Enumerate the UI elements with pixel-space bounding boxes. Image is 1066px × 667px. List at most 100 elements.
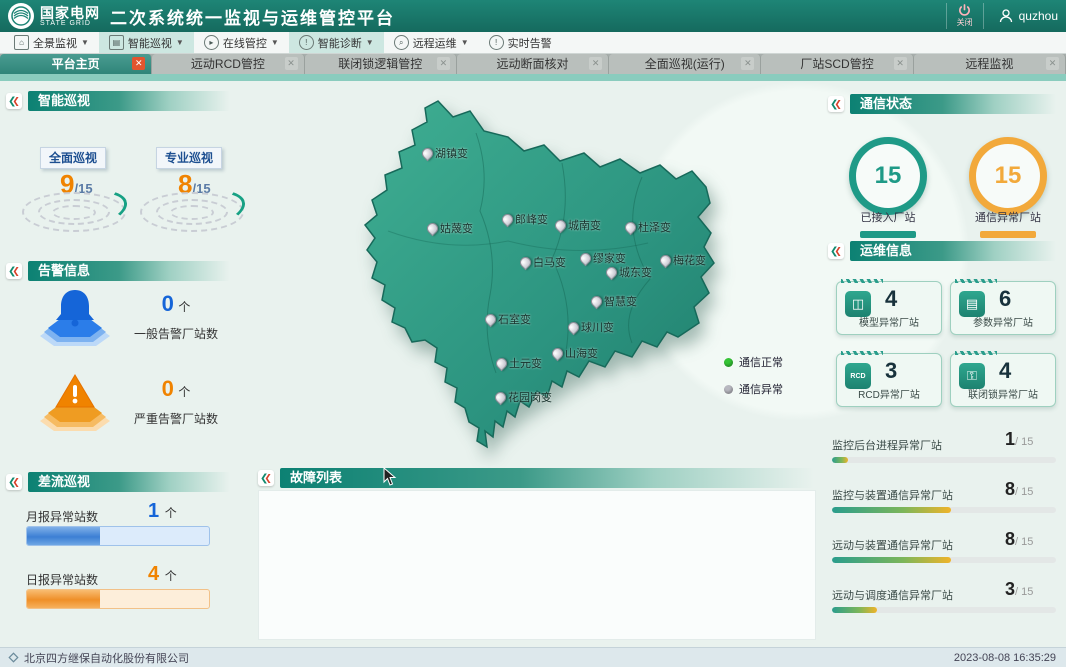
user-menu[interactable]: quzhou <box>998 8 1058 24</box>
menu-online-control[interactable]: ▸在线管控▼ <box>194 32 289 53</box>
map-pin-icon[interactable] <box>578 250 594 266</box>
menu-panorama-monitor[interactable]: ⌂全景监视▼ <box>4 32 99 53</box>
tab-platform-home[interactable]: 平台主页✕ <box>0 54 152 74</box>
map-pin-icon[interactable] <box>483 311 499 327</box>
chevron-down-icon: ▼ <box>176 38 184 47</box>
alert-icon: ! <box>489 35 504 50</box>
prog-label-remote-dispatch-comm: 远动与调度通信异常厂站 <box>832 587 953 603</box>
map-station-7[interactable]: 城东变 <box>606 264 652 280</box>
map-pin-icon[interactable] <box>420 145 436 161</box>
tab-close-icon[interactable]: ✕ <box>285 57 298 70</box>
map-station-label: 杜泽变 <box>638 219 671 235</box>
map-station-label: 智慧变 <box>604 293 637 309</box>
map-station-9[interactable]: 智慧变 <box>591 293 637 309</box>
map-station-label: 郎峰变 <box>515 211 548 227</box>
collapse-right-icon[interactable]: ❮❮ <box>828 243 844 259</box>
map-station-4[interactable]: 杜泽变 <box>625 219 671 235</box>
severe-alarm-stat: 0 个 严重告警厂站数 <box>126 376 226 427</box>
collapse-right-icon[interactable]: ❮❮ <box>828 96 844 112</box>
power-icon <box>958 4 971 17</box>
prog-label-remote-device-comm: 远动与装置通信异常厂站 <box>832 537 953 553</box>
tab-close-icon[interactable]: ✕ <box>589 57 602 70</box>
ripple-gauge <box>140 186 244 232</box>
collapse-left-icon[interactable]: ❮❮ <box>6 93 22 109</box>
map-pin-icon[interactable] <box>589 293 605 309</box>
chevron-down-icon: ▼ <box>366 38 374 47</box>
map-pin-icon[interactable] <box>425 220 441 236</box>
tab-station-scd[interactable]: 厂站SCD管控✕ <box>761 54 913 74</box>
ring-comm-abnormal-stations: 15 通信异常厂站 <box>958 137 1058 238</box>
monthly-abnormal-label: 月报异常站数 <box>26 508 98 525</box>
map-pin-icon[interactable] <box>604 264 620 280</box>
card-interlock-abnormal[interactable]: ⚿ 4 联闭锁异常厂站 <box>950 353 1056 407</box>
map-station-13[interactable]: 土元变 <box>496 355 542 371</box>
tab-interlock-logic[interactable]: 联闭锁逻辑管控✕ <box>305 54 457 74</box>
map-pin-icon[interactable] <box>493 389 509 405</box>
card-param-abnormal[interactable]: ▤ 6 参数异常厂站 <box>950 281 1056 335</box>
company-name: 北京四方继保自动化股份有限公司 <box>24 650 189 666</box>
map-pin-icon[interactable] <box>623 219 639 235</box>
map-pin-icon[interactable] <box>518 254 534 270</box>
map-station-11[interactable]: 球川变 <box>568 319 614 335</box>
fault-list-body[interactable] <box>258 490 816 640</box>
map-pin-icon[interactable] <box>566 319 582 335</box>
company-diamond-icon <box>8 652 19 663</box>
map-station-label: 土元变 <box>509 355 542 371</box>
map-station-3[interactable]: 城南变 <box>555 217 601 233</box>
map-station-14[interactable]: 花园岗变 <box>495 389 552 405</box>
region-map[interactable]: 湖镇变姑蔑变郎峰变城南变杜泽变白马变缪家变城东变梅花变智慧变石室变球川变山海变土… <box>358 91 748 486</box>
tab-close-icon[interactable]: ✕ <box>437 57 450 70</box>
menu-intelligent-diagnosis[interactable]: !智能诊断▼ <box>289 32 384 53</box>
status-bar: 北京四方继保自动化股份有限公司 2023-08-08 16:35:29 <box>0 647 1066 667</box>
map-station-12[interactable]: 山海变 <box>552 345 598 361</box>
panel-title: 运维信息 <box>850 241 1056 261</box>
map-station-label: 城南变 <box>568 217 601 233</box>
map-pin-icon[interactable] <box>658 252 674 268</box>
chevron-down-icon: ▼ <box>271 38 279 47</box>
prog-bar-monitor-device-comm <box>832 507 1056 513</box>
menu-intelligent-patrol[interactable]: ▤智能巡视▼ <box>99 32 194 53</box>
map-station-10[interactable]: 石室变 <box>485 311 531 327</box>
panel-header-ops: ❮❮ 运维信息 <box>828 241 1056 261</box>
collapse-left-icon[interactable]: ❮❮ <box>6 474 22 490</box>
collapse-left-icon[interactable]: ❮❮ <box>6 263 22 279</box>
panel-title: 故障列表 <box>280 468 814 488</box>
map-station-1[interactable]: 姑蔑变 <box>427 220 473 236</box>
general-alarm-label: 一般告警厂站数 <box>126 325 226 342</box>
map-station-8[interactable]: 梅花变 <box>660 252 706 268</box>
brand-text: 国家电网 STATE GRID <box>40 6 100 27</box>
tab-remote-monitor[interactable]: 远程监视✕ <box>914 54 1066 74</box>
map-station-label: 白马变 <box>533 254 566 270</box>
menu-remote-ops[interactable]: ⌕远程运维▼ <box>384 32 479 53</box>
map-station-2[interactable]: 郎峰变 <box>502 211 548 227</box>
severe-alarm-label: 严重告警厂站数 <box>126 410 226 427</box>
prog-bar-remote-device-comm <box>832 557 1056 563</box>
top-menubar: ⌂全景监视▼ ▤智能巡视▼ ▸在线管控▼ !智能诊断▼ ⌕远程运维▼ !实时告警 <box>0 32 1066 54</box>
gauge-label-full-patrol: 全面巡视 <box>40 147 106 169</box>
home-icon: ⌂ <box>14 35 29 50</box>
card-rcd-abnormal[interactable]: RCD 3 RCD异常厂站 <box>836 353 942 407</box>
prog-value-monitor-device-comm: 8/ 15 <box>1005 479 1033 500</box>
severe-alarm-warning-icon <box>36 369 114 435</box>
card-model-abnormal[interactable]: ◫ 4 模型异常厂站 <box>836 281 942 335</box>
page-title: 二次系统统一监视与运维管控平台 <box>110 4 395 29</box>
general-alarm-stat: 0 个 一般告警厂站数 <box>126 291 226 342</box>
legend-comm-normal: 通信正常 <box>724 354 783 370</box>
tab-full-patrol-running[interactable]: 全面巡视(运行)✕ <box>609 54 761 74</box>
tab-remote-rcd[interactable]: 远动RCD管控✕ <box>152 54 304 74</box>
map-station-0[interactable]: 湖镇变 <box>422 145 468 161</box>
tab-close-icon[interactable]: ✕ <box>132 57 145 70</box>
close-session-button[interactable]: 关闭 <box>946 3 984 29</box>
tab-close-icon[interactable]: ✕ <box>1046 57 1059 70</box>
map-pin-icon[interactable] <box>550 345 566 361</box>
map-pin-icon[interactable] <box>494 355 510 371</box>
prog-bar-remote-dispatch-comm <box>832 607 1056 613</box>
map-pin-icon[interactable] <box>500 211 516 227</box>
tab-remote-section-check[interactable]: 远动断面核对✕ <box>457 54 609 74</box>
map-pin-icon[interactable] <box>553 217 569 233</box>
menu-realtime-alarm[interactable]: !实时告警 <box>479 32 562 53</box>
tab-close-icon[interactable]: ✕ <box>894 57 907 70</box>
tab-close-icon[interactable]: ✕ <box>741 57 754 70</box>
map-station-5[interactable]: 白马变 <box>520 254 566 270</box>
collapse-left-icon[interactable]: ❮❮ <box>258 470 274 486</box>
